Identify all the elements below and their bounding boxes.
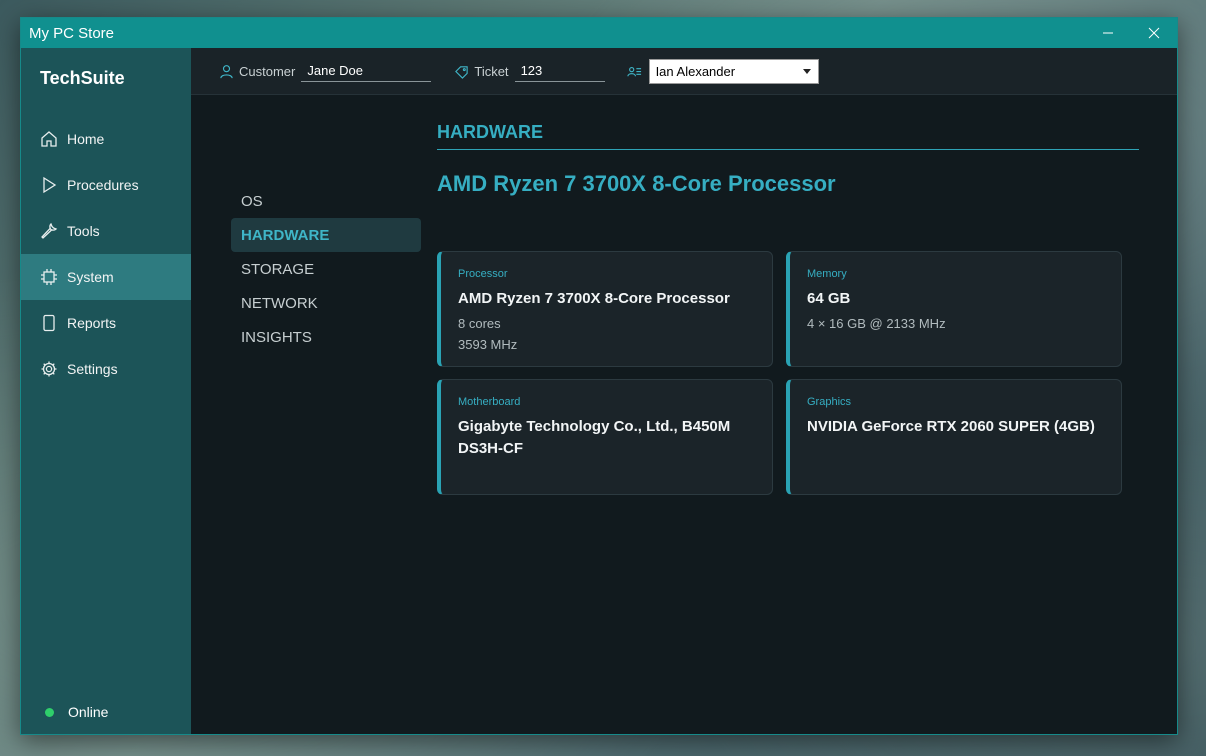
processor-card: Processor AMD Ryzen 7 3700X 8-Core Proce… [437,251,773,367]
ticket-label: Ticket [474,63,509,79]
memory-card: Memory 64 GB 4 × 16 GB @ 2133 MHz [786,251,1122,367]
status-label: Online [68,704,109,720]
context-bar: Customer Jane Doe Ticket 123 Ian Alexand… [191,48,1177,95]
contact-list-icon [626,66,641,76]
sidebar-item-home[interactable]: Home [21,116,191,162]
home-icon [41,131,57,147]
customer-input[interactable]: Jane Doe [301,60,432,82]
card-value: NVIDIA GeForce RTX 2060 SUPER (4GB) [807,418,1095,435]
card-label: Processor [458,268,508,280]
sidebar-item-procedures[interactable]: Procedures [21,162,191,208]
ticket-input[interactable]: 123 [514,60,605,82]
tag-icon [455,65,469,79]
document-icon [43,314,55,332]
customer-label: Customer [239,63,296,79]
technician-select[interactable]: Ian Alexander [648,58,819,84]
cpu-headline: AMD Ryzen 7 3700X 8-Core Processor [437,171,836,196]
card-value: 64 GB [807,290,851,307]
sidebar-item-label: System [67,269,114,285]
sidebar-item-label: Home [67,131,105,147]
minimize-icon [1103,32,1113,34]
section-title: HARDWARE [437,122,1139,150]
sidebar-nav: Home Procedures Tools System Reports Set… [21,116,191,392]
title-bar: My PC Store [21,18,1177,48]
user-icon [220,64,233,78]
app-window: My PC Store TechSuite Home Procedures To… [20,17,1178,735]
technician-group: Ian Alexander [626,58,819,84]
card-label: Motherboard [458,396,521,408]
status-dot [45,707,54,717]
section-tab-hardware[interactable]: HARDWARE [231,218,421,252]
sidebar-item-tools[interactable]: Tools [21,208,191,254]
chevron-down-icon [802,68,811,74]
card-detail: 8 cores [458,316,501,331]
brand-name: TechSuite [40,68,125,88]
sidebar-item-reports[interactable]: Reports [21,300,191,346]
wrench-icon [41,222,58,239]
sidebar-item-settings[interactable]: Settings [21,346,191,392]
hardware-panel: HARDWARE AMD Ryzen 7 3700X 8-Core Proces… [437,122,1139,495]
sidebar-item-label: Reports [67,315,117,331]
sidebar-item-label: Settings [67,361,118,377]
card-label: Memory [807,268,847,280]
section-tab-insights[interactable]: INSIGHTS [231,320,421,354]
card-value: AMD Ryzen 7 3700X 8-Core Processor [458,290,730,307]
sidebar: TechSuite Home Procedures Tools System R… [21,48,191,734]
sidebar-item-label: Tools [67,223,100,239]
minimize-button[interactable] [1085,18,1131,48]
card-value: Gigabyte Technology Co., Ltd., B450M DS3… [458,418,731,457]
sidebar-item-system[interactable]: System [21,254,191,300]
section-tab-os[interactable]: OS [231,184,421,218]
sidebar-item-label: Procedures [67,177,139,193]
play-icon [43,176,57,194]
section-tab-storage[interactable]: STORAGE [231,252,421,286]
motherboard-card: Motherboard Gigabyte Technology Co., Ltd… [437,379,773,495]
connection-status: Online [45,704,108,720]
ticket-group: Ticket 123 [454,60,605,82]
close-button[interactable] [1131,18,1177,48]
main-area: Customer Jane Doe Ticket 123 Ian Alexand… [191,48,1177,734]
card-detail: 3593 MHz [458,337,518,352]
graphics-card: Graphics NVIDIA GeForce RTX 2060 SUPER (… [786,379,1122,495]
gear-icon [41,361,57,377]
technician-value: Ian Alexander [655,63,736,79]
card-detail: 4 × 16 GB @ 2133 MHz [807,316,946,331]
card-label: Graphics [807,396,852,408]
customer-group: Customer Jane Doe [219,60,432,82]
section-nav: OS HARDWARE STORAGE NETWORK INSIGHTS [231,184,421,354]
close-icon [1148,27,1160,39]
chip-icon [41,269,57,285]
section-tab-network[interactable]: NETWORK [231,286,421,320]
window-title: My PC Store [29,24,115,42]
